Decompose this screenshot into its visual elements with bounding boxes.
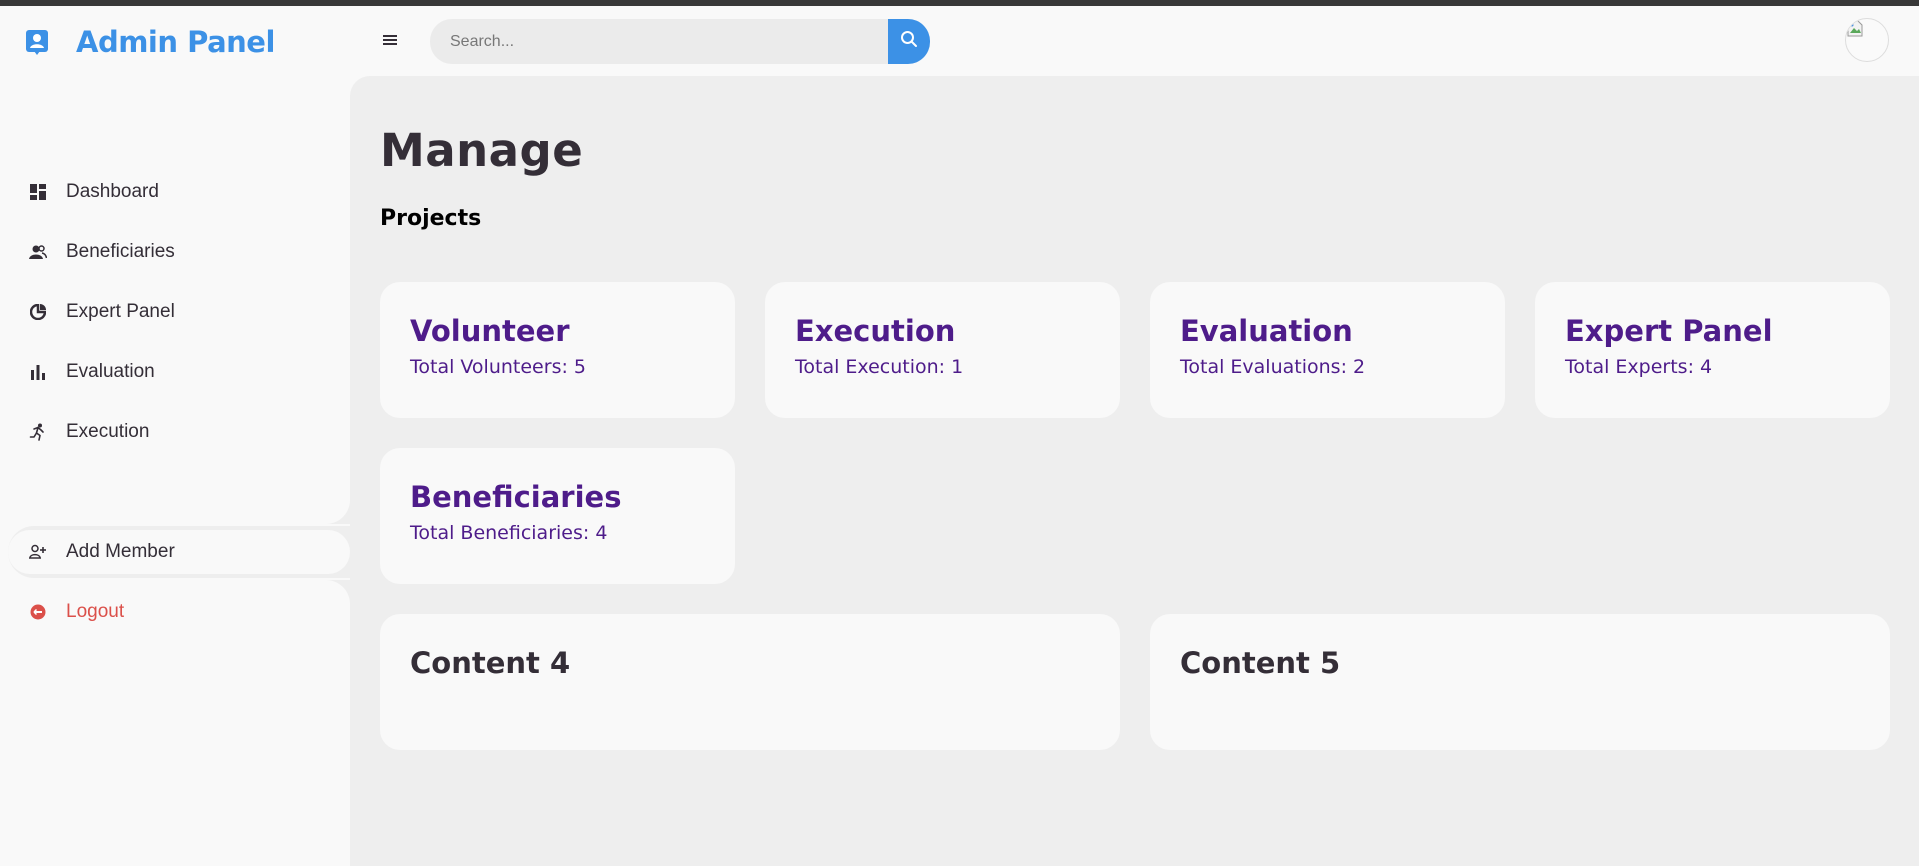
user-badge-icon	[24, 29, 50, 55]
hamburger-icon[interactable]	[380, 30, 400, 50]
card-title: Evaluation	[1180, 314, 1353, 348]
sidebar-item-beneficiaries[interactable]: Beneficiaries	[12, 226, 346, 278]
app-title: Admin Panel	[76, 25, 275, 59]
sidebar-item-label: Beneficiaries	[66, 241, 175, 262]
card-beneficiaries[interactable]: Beneficiaries Total Beneficiaries: 4	[380, 448, 735, 584]
sidebar-item-label: Evaluation	[66, 361, 155, 382]
card-subtitle: Total Execution: 1	[795, 356, 964, 378]
card-volunteer[interactable]: Volunteer Total Volunteers: 5	[380, 282, 735, 418]
card-evaluation[interactable]: Evaluation Total Evaluations: 2	[1150, 282, 1505, 418]
sidebar-item-label: Add Member	[66, 541, 175, 562]
card-title: Expert Panel	[1565, 314, 1773, 348]
breadcrumb: Projects	[380, 206, 482, 231]
sidebar-item-dashboard[interactable]: Dashboard	[12, 166, 346, 218]
card-title: Execution	[795, 314, 956, 348]
search-form	[430, 19, 930, 64]
content-title: Content 5	[1180, 646, 1341, 680]
sidebar-item-expert-panel[interactable]: Expert Panel	[12, 286, 346, 338]
brand[interactable]: Admin Panel	[24, 22, 275, 62]
card-execution[interactable]: Execution Total Execution: 1	[765, 282, 1120, 418]
sidebar-item-evaluation[interactable]: Evaluation	[12, 346, 346, 398]
card-subtitle: Total Evaluations: 2	[1180, 356, 1366, 378]
search-button[interactable]	[888, 19, 930, 64]
card-subtitle: Total Beneficiaries: 4	[410, 522, 608, 544]
search-input[interactable]	[430, 19, 888, 64]
content-block-4: Content 4	[380, 614, 1120, 750]
users-icon	[28, 242, 48, 262]
logout-icon	[28, 602, 48, 622]
bar-chart-icon	[28, 362, 48, 382]
sidebar-item-logout[interactable]: Logout	[12, 586, 346, 638]
content-title: Content 4	[410, 646, 571, 680]
card-subtitle: Total Volunteers: 5	[410, 356, 586, 378]
broken-image-icon	[1846, 19, 1864, 44]
sidebar-item-label: Logout	[66, 601, 125, 622]
user-plus-icon	[28, 542, 48, 562]
content-block-5: Content 5	[1150, 614, 1890, 750]
page-title: Manage	[380, 124, 584, 177]
dashboard-icon	[28, 182, 48, 202]
card-expert-panel[interactable]: Expert Panel Total Experts: 4	[1535, 282, 1890, 418]
running-icon	[28, 422, 48, 442]
sidebar-item-execution[interactable]: Execution	[12, 406, 346, 458]
active-item-highlight	[8, 530, 350, 574]
card-title: Volunteer	[410, 314, 570, 348]
card-title: Beneficiaries	[410, 480, 622, 514]
sidebar-item-label: Execution	[66, 421, 150, 442]
sidebar-item-label: Dashboard	[66, 181, 159, 202]
sidebar-item-label: Expert Panel	[66, 301, 175, 322]
active-item-curve-top	[326, 500, 350, 524]
search-icon	[900, 30, 918, 53]
sidebar-item-add-member[interactable]: Add Member	[8, 526, 350, 578]
pie-chart-icon	[28, 302, 48, 322]
top-strip	[0, 0, 1919, 6]
profile-avatar[interactable]	[1845, 18, 1889, 62]
card-subtitle: Total Experts: 4	[1565, 356, 1713, 378]
